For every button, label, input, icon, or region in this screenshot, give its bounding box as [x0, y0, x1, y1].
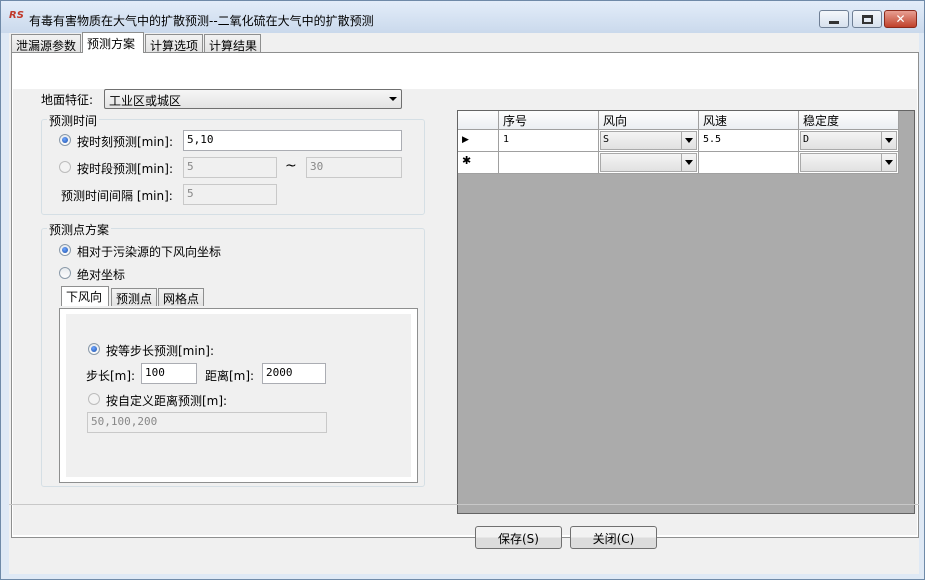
custom-distance-radio[interactable]: [88, 393, 100, 405]
period-separator: ~: [285, 158, 297, 174]
subtab-downwind[interactable]: 下风向: [61, 286, 109, 306]
save-button[interactable]: 保存(S): [475, 526, 562, 549]
step-input[interactable]: 100: [141, 363, 197, 384]
downwind-panel: 按等步长预测[min]: 步长[m]: 100 距离[m]: 2000 按自定义…: [66, 314, 411, 477]
cell-stability[interactable]: [799, 152, 899, 174]
interval-label: 预测时间间隔 [min]:: [61, 189, 173, 203]
cell-direction[interactable]: [599, 152, 699, 174]
by-moment-label: 按时刻预测[min]:: [77, 135, 174, 149]
dropdown-arrow-icon[interactable]: [681, 154, 696, 171]
ground-select[interactable]: 工业区或城区: [104, 89, 402, 109]
column-header-speed[interactable]: 风速: [699, 111, 799, 130]
stability-select[interactable]: D: [800, 131, 897, 150]
column-header-direction[interactable]: 风向: [599, 111, 699, 130]
tab-source-params[interactable]: 泄漏源参数: [11, 34, 81, 53]
minimize-button[interactable]: [819, 10, 849, 28]
column-header-stability[interactable]: 稳定度: [799, 111, 899, 130]
tab-calc-results[interactable]: 计算结果: [204, 34, 261, 53]
app-window: RS 有毒有害物质在大气中的扩散预测--二氧化硫在大气中的扩散预测 ✕ 泄漏源参…: [0, 0, 925, 580]
subtab-panel: 按等步长预测[min]: 步长[m]: 100 距离[m]: 2000 按自定义…: [59, 308, 418, 483]
ground-select-value: 工业区或城区: [109, 94, 182, 108]
by-moment-input[interactable]: 5,10: [183, 130, 402, 151]
equal-step-radio[interactable]: [88, 343, 100, 355]
custom-distance-input[interactable]: 50,100,200: [87, 412, 327, 433]
dropdown-arrow-icon[interactable]: [681, 132, 696, 149]
cell-speed[interactable]: [699, 152, 799, 174]
cell-direction[interactable]: S: [599, 130, 699, 152]
window-title: 有毒有害物质在大气中的扩散预测--二氧化硫在大气中的扩散预测: [29, 14, 374, 28]
cell-index[interactable]: [499, 152, 599, 174]
close-dialog-button[interactable]: 关闭(C): [570, 526, 657, 549]
wind-data-grid[interactable]: 序号 风向 风速 稳定度 ▶ 1 S 5.5 D ✱: [457, 110, 915, 514]
divider: [9, 504, 919, 505]
subtab-points[interactable]: 预测点: [111, 288, 157, 306]
app-logo-icon: RS: [9, 10, 24, 21]
tab-prediction-plan[interactable]: 预测方案: [82, 32, 144, 53]
dialog-client: 泄漏源参数 预测方案 计算选项 计算结果 地面特征: 工业区或城区 预测时间 按…: [9, 32, 919, 574]
subtab-grid-points[interactable]: 网格点: [158, 288, 204, 306]
tab-calc-options[interactable]: 计算选项: [145, 34, 203, 53]
close-button[interactable]: ✕: [884, 10, 917, 28]
time-group-title: 预测时间: [47, 112, 100, 129]
period-from-input[interactable]: 5: [183, 157, 277, 178]
ground-label: 地面特征:: [41, 93, 94, 107]
step-label: 步长[m]:: [86, 369, 136, 383]
chevron-down-icon: [389, 97, 397, 101]
stability-value: D: [803, 134, 810, 145]
maximize-icon: [861, 14, 873, 24]
by-period-radio[interactable]: [59, 161, 71, 173]
cell-stability[interactable]: D: [799, 130, 899, 152]
cell-speed[interactable]: 5.5: [699, 130, 799, 152]
cell-index[interactable]: 1: [499, 130, 599, 152]
column-header-index[interactable]: 序号: [499, 111, 599, 130]
row-selector-icon[interactable]: ▶: [458, 130, 499, 152]
close-icon: ✕: [895, 12, 906, 26]
direction-value: S: [603, 134, 610, 145]
direction-select[interactable]: [600, 153, 697, 172]
title-bar[interactable]: RS 有毒有害物质在大气中的扩散预测--二氧化硫在大气中的扩散预测 ✕: [1, 1, 924, 33]
dropdown-arrow-icon[interactable]: [881, 132, 896, 149]
relative-coord-radio[interactable]: [59, 244, 71, 256]
tab-panel: 地面特征: 工业区或城区 预测时间 按时刻预测[min]: 5,10 按时段预测…: [11, 52, 919, 538]
equal-step-label: 按等步长预测[min]:: [106, 344, 215, 358]
relative-coord-label: 相对于污染源的下风向坐标: [77, 245, 222, 259]
custom-distance-label: 按自定义距离预测[m]:: [106, 394, 228, 408]
absolute-coord-radio[interactable]: [59, 267, 71, 279]
distance-label: 距离[m]:: [205, 369, 255, 383]
by-period-label: 按时段预测[min]:: [77, 162, 174, 176]
distance-input[interactable]: 2000: [262, 363, 326, 384]
by-moment-radio[interactable]: [59, 134, 71, 146]
interval-input[interactable]: 5: [183, 184, 277, 205]
dropdown-arrow-icon[interactable]: [881, 154, 896, 171]
absolute-coord-label: 绝对坐标: [77, 268, 126, 282]
new-row-icon[interactable]: ✱: [458, 152, 499, 174]
grid-corner-header: [458, 111, 499, 130]
period-to-input[interactable]: 30: [306, 157, 402, 178]
maximize-button[interactable]: [852, 10, 882, 28]
minimize-icon: [829, 20, 839, 24]
points-group-title: 预测点方案: [47, 221, 112, 238]
stability-select[interactable]: [800, 153, 897, 172]
direction-select[interactable]: S: [600, 131, 697, 150]
